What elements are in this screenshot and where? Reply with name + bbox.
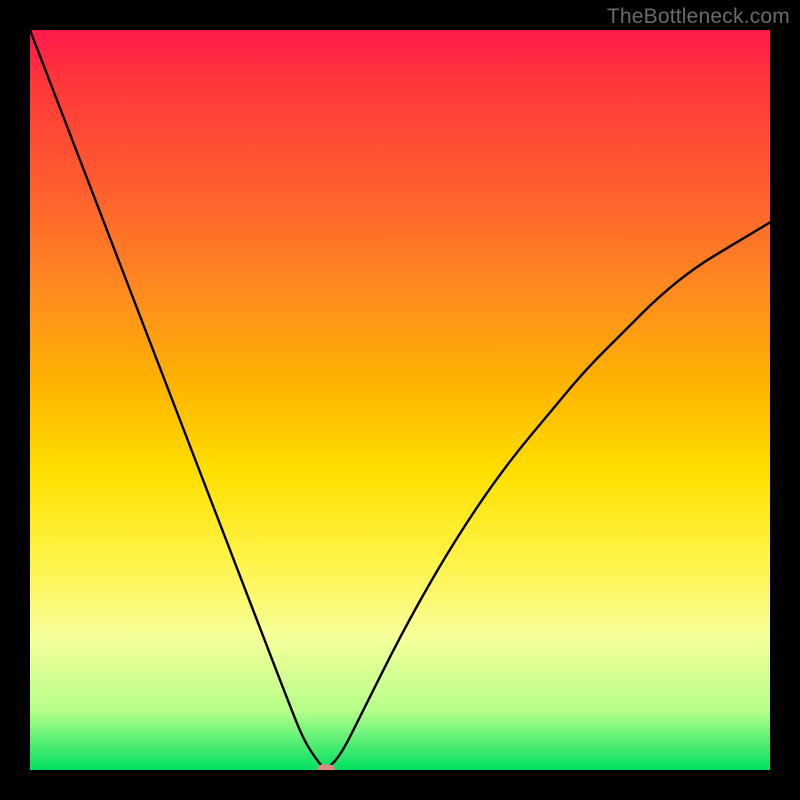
chart-frame: TheBottleneck.com (0, 0, 800, 800)
optimal-point-marker (317, 765, 335, 771)
watermark-text: TheBottleneck.com (607, 5, 790, 29)
bottleneck-curve (30, 30, 770, 770)
plot-area (30, 30, 770, 770)
